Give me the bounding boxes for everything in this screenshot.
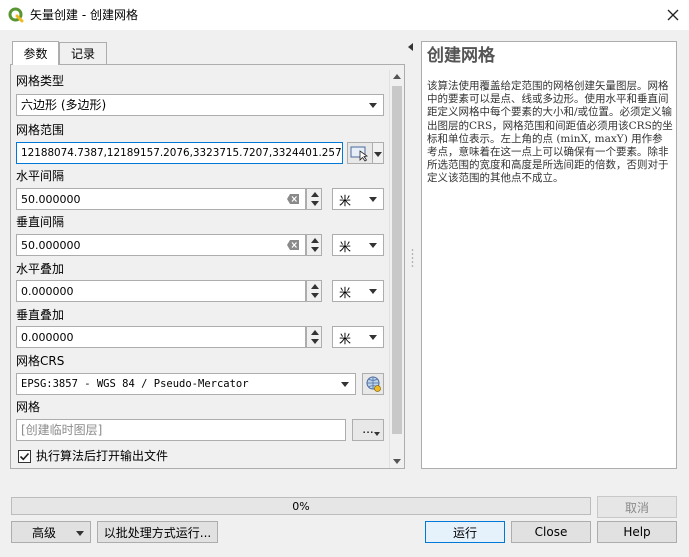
help-panel: 创建网格 该算法使用覆盖给定范围的网格创建矢量图层。网格中的要素可以是点、线或多… (421, 41, 677, 469)
grid-type-value: 六边形 (多边形) (21, 98, 107, 112)
chevron-down-icon (369, 243, 377, 248)
collapse-help-icon[interactable] (408, 43, 413, 51)
close-label: Close (534, 525, 568, 539)
spin-down-icon[interactable] (311, 201, 319, 206)
chevron-down-icon (76, 531, 84, 536)
spin-up-icon[interactable] (311, 192, 319, 197)
spin-up-icon[interactable] (311, 238, 319, 243)
chevron-down-icon (374, 432, 380, 436)
hoverlay-unit: 米 (339, 286, 352, 300)
extent-from-canvas-button[interactable] (347, 142, 373, 164)
crs-combo[interactable]: EPSG:3857 - WGS 84 / Pseudo-Mercator (16, 373, 356, 395)
qgis-logo-icon (8, 7, 24, 23)
progress-label: 0% (292, 500, 310, 513)
spin-up-icon[interactable] (311, 330, 319, 335)
close-button[interactable]: Close (511, 521, 591, 543)
advanced-label: 高级 (32, 525, 57, 540)
crs-label: 网格CRS (16, 354, 65, 368)
batch-process-button[interactable]: 以批处理方式运行... (97, 521, 218, 543)
cancel-button[interactable]: 取消 (597, 496, 677, 518)
tab-log[interactable]: 记录 (59, 42, 107, 64)
spin-down-icon[interactable] (311, 339, 319, 344)
spin-down-icon[interactable] (311, 247, 319, 252)
chevron-down-icon (369, 289, 377, 294)
close-window-button[interactable] (662, 5, 684, 25)
grid-type-combo[interactable]: 六边形 (多边形) (16, 94, 384, 116)
voverlay-input[interactable]: 0.000000 (16, 326, 306, 348)
parameters-scrollbar[interactable] (389, 70, 404, 468)
grid-extent-value: 12188074.7387,12189157.2076,3323715.7207… (21, 147, 341, 159)
checkmark-icon (19, 452, 30, 461)
select-crs-button[interactable] (362, 373, 384, 395)
spin-up-icon[interactable] (311, 284, 319, 289)
output-browse-button[interactable]: ... (352, 419, 384, 441)
hoverlay-unit-combo[interactable]: 米 (332, 280, 384, 302)
output-label: 网格 (16, 400, 41, 414)
clear-icon[interactable] (287, 240, 299, 250)
hspacing-unit: 米 (339, 194, 352, 208)
hoverlay-value: 0.000000 (21, 285, 74, 298)
chevron-down-icon (341, 382, 349, 387)
hspacing-value: 50.000000 (21, 193, 81, 206)
window-title: 矢量创建 - 创建网格 (30, 8, 138, 22)
output-input[interactable]: [创建临时图层] (16, 419, 346, 441)
chevron-down-icon (369, 335, 377, 340)
clear-icon[interactable] (287, 194, 299, 204)
batch-label: 以批处理方式运行... (103, 525, 212, 540)
globe-icon (366, 376, 381, 392)
open-output-label: 执行算法后打开输出文件 (36, 449, 169, 463)
crs-value: EPSG:3857 - WGS 84 / Pseudo-Mercator (21, 378, 249, 390)
vspacing-spinner[interactable] (306, 234, 322, 256)
progress-bar: 0% (11, 497, 591, 515)
hspacing-input[interactable]: 50.000000 (16, 188, 306, 210)
splitter-handle-icon[interactable] (411, 248, 414, 268)
run-button[interactable]: 运行 (425, 521, 505, 543)
cancel-label: 取消 (624, 500, 649, 515)
voverlay-spinner[interactable] (306, 326, 322, 348)
extent-options-dropdown[interactable] (373, 142, 384, 164)
voverlay-label: 垂直叠加 (16, 308, 65, 322)
voverlay-unit: 米 (339, 332, 352, 346)
hoverlay-input[interactable]: 0.000000 (16, 280, 306, 302)
help-body: 该算法使用覆盖给定范围的网格创建矢量图层。网格中的要素可以是点、线或多边形。使用… (427, 80, 673, 185)
vspacing-value: 50.000000 (21, 239, 81, 252)
tab-log-label: 记录 (70, 47, 95, 61)
open-output-checkbox[interactable] (18, 450, 31, 463)
grid-extent-label: 网格范围 (16, 123, 65, 137)
voverlay-value: 0.000000 (21, 331, 74, 344)
scroll-down-icon[interactable] (393, 459, 401, 464)
scroll-up-icon[interactable] (393, 74, 401, 79)
hoverlay-spinner[interactable] (306, 280, 322, 302)
vspacing-unit-combo[interactable]: 米 (332, 234, 384, 256)
grid-type-label: 网格类型 (16, 74, 65, 88)
help-button[interactable]: Help (597, 521, 677, 543)
grid-extent-input[interactable]: 12188074.7387,12189157.2076,3323715.7207… (16, 142, 343, 164)
spin-down-icon[interactable] (311, 293, 319, 298)
voverlay-unit-combo[interactable]: 米 (332, 326, 384, 348)
advanced-button[interactable]: 高级 (11, 521, 91, 543)
hspacing-unit-combo[interactable]: 米 (332, 188, 384, 210)
chevron-down-icon (369, 103, 377, 108)
close-icon (667, 9, 679, 21)
vspacing-input[interactable]: 50.000000 (16, 234, 306, 256)
chevron-down-icon (369, 197, 377, 202)
hspacing-spinner[interactable] (306, 188, 322, 210)
scrollbar-thumb[interactable] (392, 86, 402, 434)
vspacing-unit: 米 (339, 240, 352, 254)
help-label: Help (623, 525, 651, 539)
tab-parameters-label: 参数 (23, 47, 48, 61)
output-placeholder: [创建临时图层] (21, 423, 103, 437)
tab-parameters[interactable]: 参数 (12, 41, 59, 65)
hoverlay-label: 水平叠加 (16, 262, 65, 276)
output-browse-label: ... (362, 422, 374, 436)
run-label: 运行 (452, 525, 477, 540)
chevron-down-icon (374, 152, 382, 157)
hspacing-label: 水平间隔 (16, 169, 65, 183)
select-extent-icon (350, 146, 369, 162)
parameters-panel (10, 64, 405, 469)
help-title: 创建网格 (427, 46, 495, 66)
vspacing-label: 垂直间隔 (16, 215, 65, 229)
